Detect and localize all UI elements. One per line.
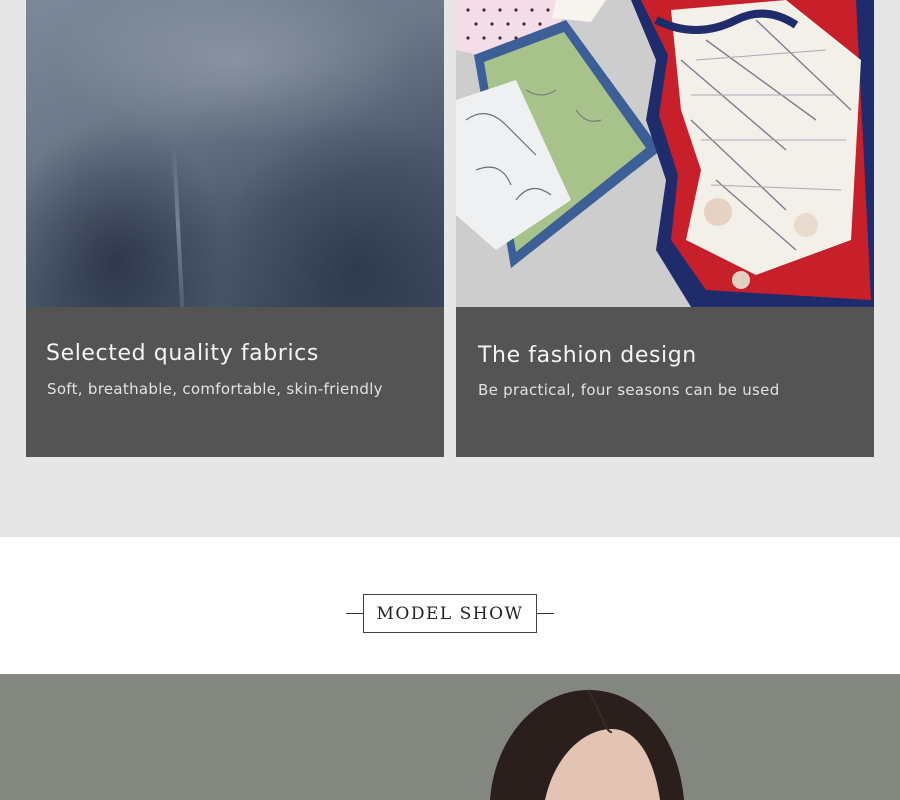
fabric-fold [171,140,185,307]
feature-card-design: The fashion design Be practical, four se… [456,0,874,457]
feature-caption: The fashion design Be practical, four se… [456,307,874,457]
fabric-closeup-image [26,0,444,307]
feature-card-fabric: Selected quality fabrics Soft, breathabl… [26,0,444,457]
feature-subtitle: Be practical, four seasons can be used [478,381,780,399]
model-portrait [0,674,900,800]
model-photo [0,674,900,800]
section-heading: MODEL SHOW [346,594,554,633]
feature-title: The fashion design [478,343,697,368]
tied-silk-scarf [631,0,874,307]
feature-subtitle: Soft, breathable, comfortable, skin-frie… [47,380,383,398]
feature-caption: Selected quality fabrics Soft, breathabl… [26,307,444,457]
scarf-product-image [456,0,874,307]
section-heading-label: MODEL SHOW [363,594,537,633]
feature-title: Selected quality fabrics [46,341,319,366]
scarf-illustration [456,0,874,307]
